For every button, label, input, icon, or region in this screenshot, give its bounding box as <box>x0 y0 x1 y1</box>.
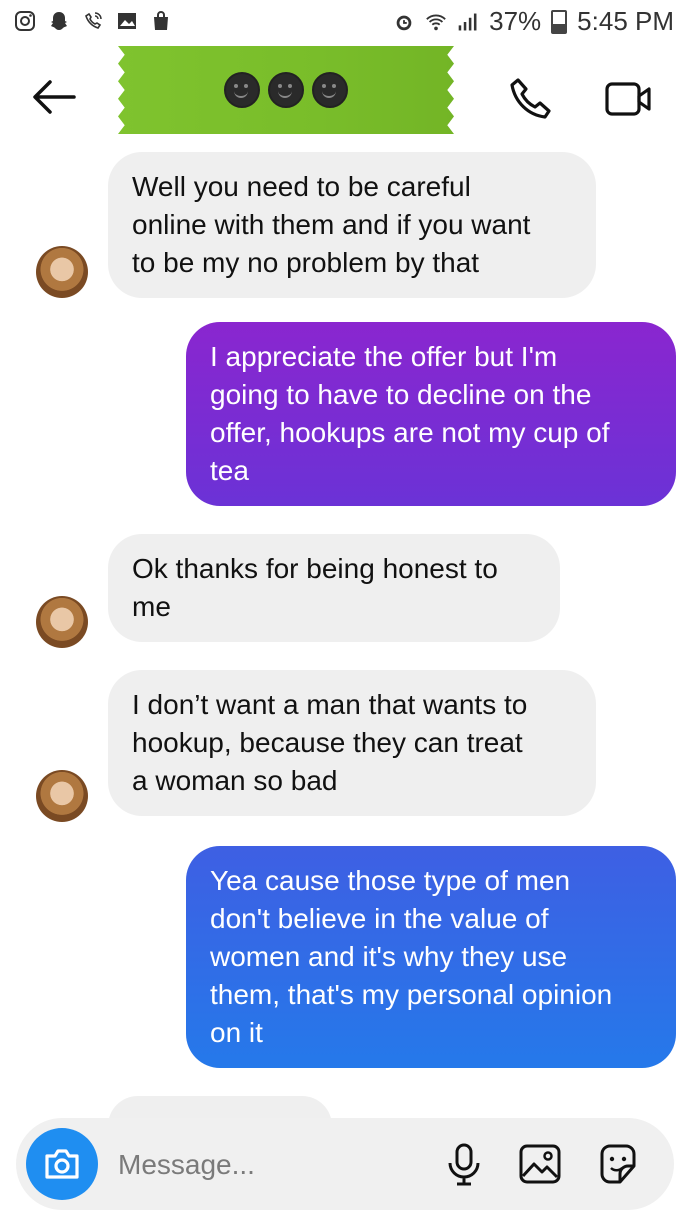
video-call-button[interactable] <box>604 76 654 122</box>
incoming-message: Well you need to be careful online with … <box>108 152 596 298</box>
battery-icon <box>551 9 568 34</box>
voice-call-button[interactable] <box>508 76 554 122</box>
signal-icon <box>457 11 479 33</box>
message-text: I don’t want a man that wants to hookup,… <box>132 689 528 796</box>
shopping-bag-icon <box>150 10 172 32</box>
avatar[interactable] <box>36 770 88 822</box>
notification-icons <box>14 10 172 32</box>
snapchat-icon <box>48 10 70 32</box>
sticker-icon <box>600 1144 636 1184</box>
gallery-icon <box>116 10 138 32</box>
avatar[interactable] <box>36 246 88 298</box>
chat-header <box>0 46 690 146</box>
camera-button[interactable] <box>26 1128 98 1200</box>
smiley-emoji <box>224 72 260 108</box>
smiley-emoji <box>268 72 304 108</box>
instagram-icon <box>14 10 36 32</box>
battery-percent: 37% <box>489 6 542 36</box>
gallery-button[interactable] <box>516 1140 564 1188</box>
message-text: Yea cause those type of men don't believ… <box>210 865 613 1048</box>
phone-icon <box>510 78 551 119</box>
status-bar: 37% 5:45 PM <box>0 0 690 46</box>
avatar[interactable] <box>36 596 88 648</box>
message-input[interactable] <box>116 1140 420 1190</box>
message-text: Well you need to be careful online with … <box>132 171 531 278</box>
image-icon <box>519 1144 561 1184</box>
system-status: 37% 5:45 PM <box>393 6 674 37</box>
back-arrow-icon <box>33 80 76 114</box>
wifi-icon <box>425 11 447 33</box>
smiley-emoji <box>312 72 348 108</box>
video-camera-icon <box>605 82 651 116</box>
microphone-button[interactable] <box>440 1140 488 1188</box>
microphone-icon <box>448 1143 480 1186</box>
incoming-message: I don’t want a man that wants to hookup,… <box>108 670 596 816</box>
message-text: I appreciate the offer but I'm going to … <box>210 341 610 486</box>
outgoing-message: I appreciate the offer but I'm going to … <box>186 322 676 506</box>
camera-icon <box>45 1149 79 1179</box>
back-button[interactable] <box>30 76 78 118</box>
incoming-message: Ok thanks for being honest to me <box>108 534 560 642</box>
alarm-icon <box>393 11 415 33</box>
sticker-button[interactable] <box>594 1140 642 1188</box>
clock-time: 5:45 PM <box>577 6 674 36</box>
contact-name-censored[interactable] <box>118 46 454 134</box>
message-text: Ok thanks for being honest to me <box>132 553 498 622</box>
outgoing-message: Yea cause those type of men don't believ… <box>186 846 676 1068</box>
call-signal-icon <box>82 10 104 32</box>
message-composer <box>16 1118 674 1210</box>
